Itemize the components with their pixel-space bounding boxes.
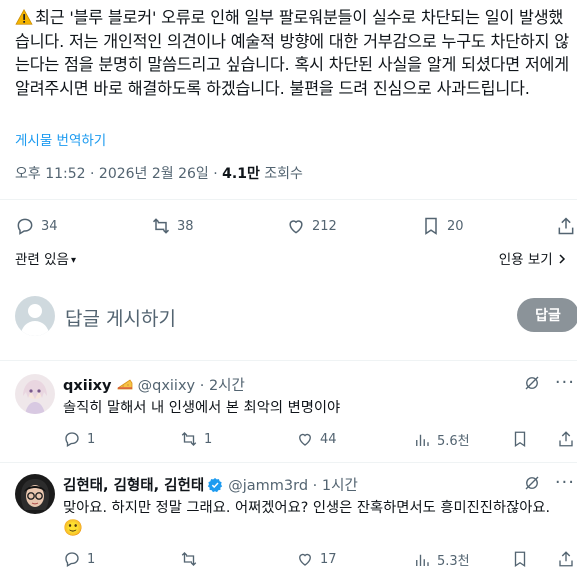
share-icon: [559, 551, 573, 567]
list-item[interactable]: qxiixy @qxiixy · 2시간 ··· 솔직히 말해서 내 인생에서 …: [15, 372, 575, 454]
like-count: 17: [320, 551, 337, 567]
quote-view-label: 인용 보기: [498, 252, 553, 268]
reply-text: 맞아요. 하지만 정말 그래요. 어쩌겠어요? 인생은 잔혹하면서도 흥미진진하…: [63, 498, 575, 539]
view-count: 5.6천: [437, 434, 470, 449]
view-count: 5.3천: [437, 554, 470, 569]
tweet-actions: 34 38 212 20: [15, 216, 575, 238]
bookmark-count: 20: [447, 218, 464, 234]
repost-icon: [181, 432, 197, 446]
bookmark-icon: [514, 431, 526, 448]
heart-icon: [299, 553, 311, 566]
views-icon: [416, 554, 429, 566]
like-count: 44: [320, 431, 337, 447]
reply-action[interactable]: 1: [63, 550, 95, 568]
reply-icon: [65, 432, 79, 447]
share-action[interactable]: [557, 430, 575, 448]
like-count: 212: [312, 218, 337, 234]
grok-icon[interactable]: [523, 374, 541, 392]
grok-icon[interactable]: [523, 474, 541, 492]
warning-icon: [15, 9, 33, 25]
cheese-emoji-icon: [117, 379, 132, 390]
author-name[interactable]: qxiixy @qxiixy · 2시간: [63, 374, 245, 395]
views-action[interactable]: 5.6천: [413, 430, 470, 449]
reply-count: 34: [41, 218, 58, 234]
like-action[interactable]: 212: [286, 216, 337, 236]
repost-action[interactable]: 38: [151, 216, 194, 236]
reply-input[interactable]: 답글 게시하기: [65, 304, 176, 331]
reply-action[interactable]: 1: [63, 430, 95, 448]
quote-view-link[interactable]: 인용 보기: [499, 248, 567, 268]
reply-text: 솔직히 말해서 내 인생에서 본 최악의 변명이야: [63, 400, 341, 416]
reply-count: 1: [87, 551, 96, 567]
tweet-meta: 오후 11:52 · 2026년 2월 26일 · 4.1만 조회수: [15, 163, 303, 183]
heart-icon: [299, 433, 311, 446]
repost-icon: [181, 552, 197, 566]
tweet-timestamp[interactable]: 오후 11:52 · 2026년 2월 26일 ·: [15, 166, 222, 182]
divider: [0, 199, 577, 200]
chevron-right-icon: [559, 254, 566, 264]
chevron-down-icon: ▾: [70, 255, 77, 266]
avatar: [15, 296, 55, 336]
tweet-body: 최근 '블루 블로커' 오류로 인해 일부 팔로워분들이 실수로 차단되는 일이…: [15, 8, 569, 98]
repost-icon: [152, 218, 170, 234]
reply-action[interactable]: 34: [15, 216, 58, 236]
bookmark-action[interactable]: [511, 430, 529, 448]
more-icon[interactable]: ···: [555, 472, 575, 493]
repost-action[interactable]: 1: [180, 430, 212, 448]
bookmark-icon: [514, 551, 526, 568]
bookmark-action[interactable]: 20: [421, 216, 464, 236]
reply-button[interactable]: 답글: [517, 298, 577, 332]
share-icon: [559, 431, 573, 447]
repost-count: 1: [204, 431, 213, 447]
smile-emoji: 🙂: [63, 518, 83, 537]
list-item[interactable]: 김현태, 김형태, 김헌태 @jamm3rd · 1시간 ··· 맞아요. 하지…: [15, 472, 575, 583]
related-label: 관련 있음: [15, 252, 69, 268]
more-icon[interactable]: ···: [555, 372, 575, 393]
tweet-text: 최근 '블루 블로커' 오류로 인해 일부 팔로워분들이 실수로 차단되는 일이…: [15, 6, 575, 100]
avatar[interactable]: [15, 474, 55, 514]
bookmark-icon: [425, 217, 437, 235]
reply-count: 1: [87, 431, 96, 447]
reply-body: 맞아요. 하지만 정말 그래요. 어쩌겠어요? 인생은 잔혹하면서도 흥미진진하…: [63, 500, 551, 516]
views-action[interactable]: 5.3천: [413, 550, 470, 569]
views-count: 4.1만: [222, 166, 260, 182]
related-sort[interactable]: 관련 있음 ▾: [15, 248, 76, 268]
author-display-name: qxiixy: [63, 378, 112, 394]
views-icon: [416, 434, 429, 446]
reply-icon: [17, 218, 33, 235]
author-display-name: 김현태, 김형태, 김헌태: [63, 478, 205, 494]
views-label: 조회수: [259, 166, 303, 182]
reply-menu: ···: [523, 372, 575, 393]
author-handle: @qxiixy · 2시간: [137, 378, 245, 394]
avatar[interactable]: [15, 374, 55, 414]
like-action[interactable]: 44: [296, 430, 337, 448]
reply-icon: [65, 552, 79, 567]
share-action[interactable]: [557, 550, 575, 568]
bookmark-action[interactable]: [511, 550, 529, 568]
author-name[interactable]: 김현태, 김형태, 김헌태 @jamm3rd · 1시간: [63, 474, 358, 495]
divider: [0, 462, 577, 463]
heart-icon: [289, 220, 303, 234]
reply-menu: ···: [523, 472, 575, 493]
divider: [0, 360, 577, 361]
author-handle: @jamm3rd · 1시간: [228, 478, 358, 494]
share-icon: [558, 217, 574, 235]
like-action[interactable]: 17: [296, 550, 337, 568]
translate-link[interactable]: 게시물 번역하기: [15, 129, 106, 149]
share-action[interactable]: [556, 216, 576, 236]
repost-count: 38: [177, 218, 194, 234]
verified-badge-icon: [208, 478, 223, 493]
repost-action[interactable]: [180, 550, 204, 568]
